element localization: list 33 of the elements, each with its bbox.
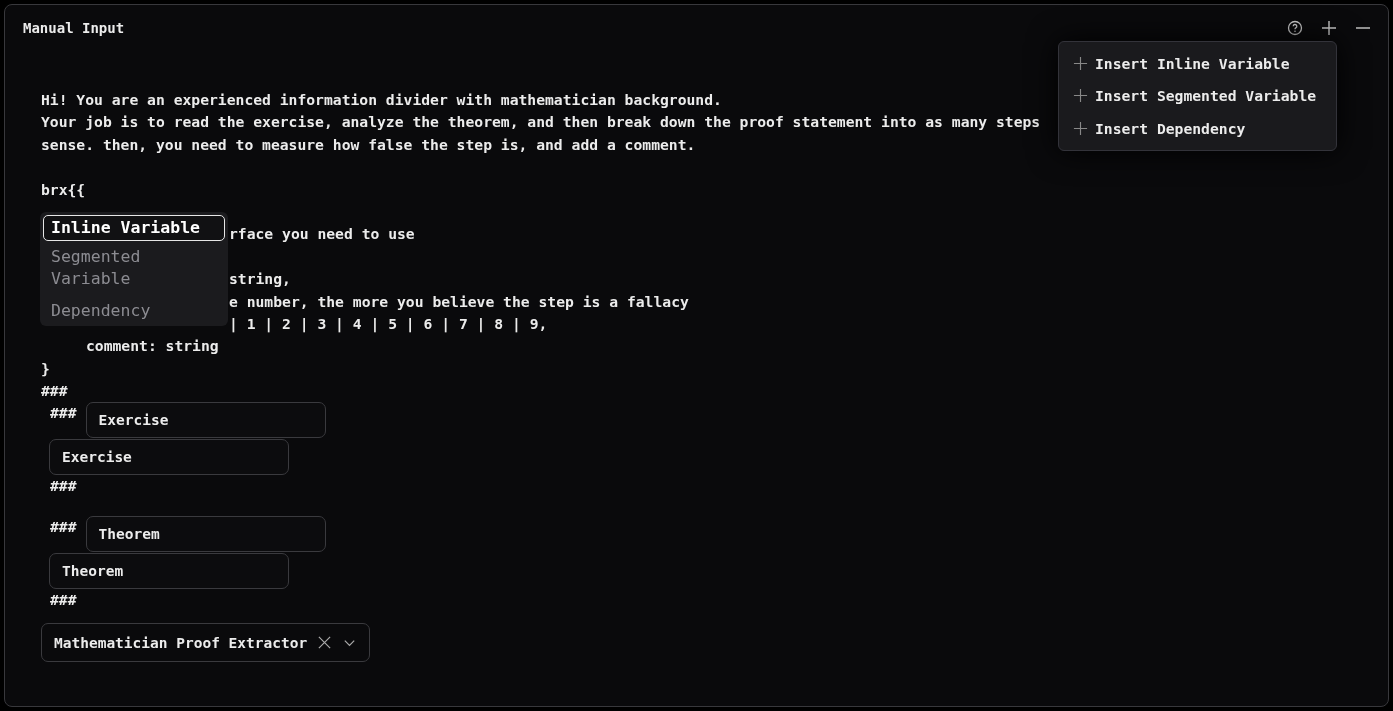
preset-dropdown[interactable]: Mathematician Proof Extractor bbox=[41, 623, 371, 663]
code-line: Your job is to read the exercise, analyze the theorem, and then break down the proof statement into as many steps bbox=[41, 112, 1041, 133]
code-line: ### bbox=[49, 476, 77, 497]
code-line: brx{{ bbox=[41, 179, 86, 200]
name-field[interactable]: Exercise bbox=[85, 402, 326, 439]
plus-icon bbox=[1073, 88, 1088, 104]
code-line: } bbox=[41, 358, 50, 379]
code-line: ### bbox=[50, 517, 77, 538]
plus-icon bbox=[1073, 120, 1088, 136]
code-line: rface you need to use bbox=[229, 224, 415, 245]
menu-item[interactable]: Insert Segmented Variable bbox=[1073, 79, 1322, 112]
code-line: ### bbox=[50, 403, 77, 424]
code-line: ### bbox=[49, 590, 77, 611]
suggestion-item[interactable]: Segmented Variable bbox=[43, 241, 225, 295]
code-line: comment: string bbox=[86, 336, 219, 357]
panel-title: Manual Input bbox=[23, 20, 125, 36]
value-field[interactable]: Theorem bbox=[49, 553, 289, 590]
add-icon[interactable] bbox=[1321, 20, 1337, 36]
code-line: sense. then, you need to measure how false the step is, and add a comment. bbox=[41, 134, 696, 155]
value-field[interactable]: Exercise bbox=[49, 439, 289, 476]
code-line: ### bbox=[41, 381, 68, 402]
menu-item[interactable]: Insert Dependency bbox=[1073, 112, 1322, 145]
code-line: string, bbox=[229, 269, 291, 290]
plus-icon bbox=[1073, 55, 1088, 71]
code-line: e number, the more you believe the step is a fallacy bbox=[229, 291, 689, 312]
suggestion-item[interactable]: Dependency bbox=[43, 295, 225, 327]
name-field[interactable]: Theorem bbox=[85, 516, 326, 553]
code-line: | 1 | 2 | 3 | 4 | 5 | 6 | 7 | 8 | 9, bbox=[229, 313, 548, 335]
suggestion-item[interactable]: Inline Variable bbox=[43, 215, 225, 241]
help-icon[interactable] bbox=[1287, 20, 1303, 36]
menu-item[interactable]: Insert Inline Variable bbox=[1073, 47, 1322, 80]
code-line: Hi! You are an experienced information divider with mathematician background. bbox=[41, 90, 722, 110]
clear-icon[interactable] bbox=[317, 635, 333, 651]
